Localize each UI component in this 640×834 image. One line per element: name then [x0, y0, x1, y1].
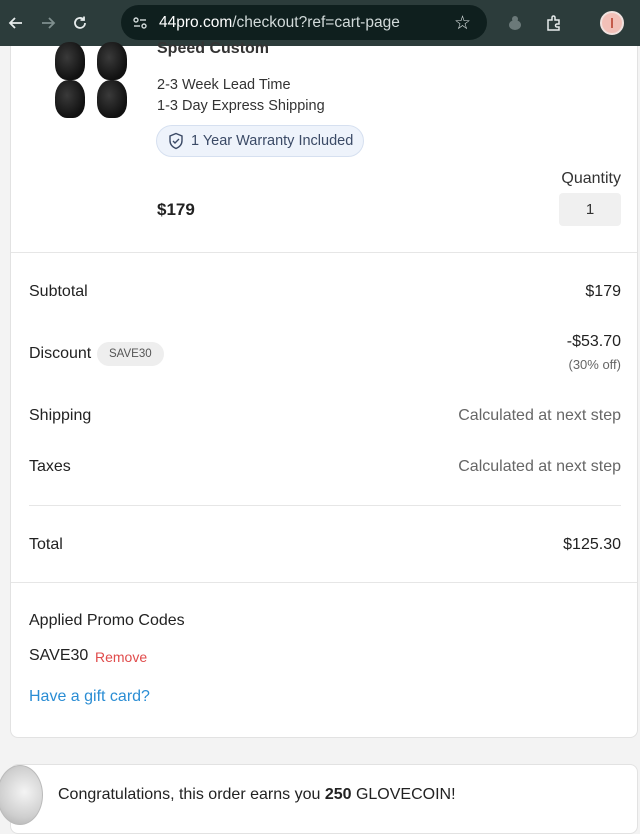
- promo-codes-title: Applied Promo Codes: [29, 612, 185, 629]
- product-thumbnail[interactable]: [51, 42, 139, 168]
- url-text: 44pro.com/checkout?ref=cart-page: [159, 14, 400, 32]
- discount-label: Discount: [29, 345, 92, 362]
- remove-promo-link[interactable]: Remove: [95, 649, 147, 665]
- glove-image: [97, 80, 127, 118]
- profile-avatar[interactable]: [600, 11, 624, 35]
- warranty-text: 1 Year Warranty Included: [191, 133, 354, 149]
- cart-summary-card: Speed Custom 2-3 Week Lead Time 1-3 Day …: [10, 40, 638, 738]
- shield-check-icon: [169, 132, 183, 150]
- glovecoin-prefix: Congratulations, this order earns you: [58, 786, 325, 803]
- back-arrow-icon[interactable]: [0, 0, 32, 46]
- forward-arrow-icon[interactable]: [32, 0, 64, 46]
- quantity-label: Quantity: [561, 170, 621, 187]
- discount-code-badge: SAVE30: [97, 342, 164, 366]
- divider: [29, 505, 621, 506]
- glovecoin-banner: Congratulations, this order earns you 25…: [0, 764, 638, 834]
- total-label: Total: [29, 536, 63, 553]
- shipping-value: Calculated at next step: [458, 407, 621, 424]
- browser-toolbar: 44pro.com/checkout?ref=cart-page ☆: [0, 0, 640, 46]
- warranty-badge: 1 Year Warranty Included: [156, 125, 365, 157]
- taxes-label: Taxes: [29, 458, 71, 475]
- site-info-icon[interactable]: [121, 5, 159, 40]
- product-name: Speed Custom: [157, 40, 270, 57]
- url-host: 44pro.com: [159, 13, 233, 31]
- lead-time: 2-3 Week Lead Time: [157, 77, 291, 93]
- subtotal-value: $179: [585, 283, 621, 300]
- glove-image: [55, 80, 85, 118]
- address-bar[interactable]: 44pro.com/checkout?ref=cart-page ☆: [121, 5, 487, 40]
- glovecoin-amount: 250: [324, 786, 352, 803]
- product-price: $179: [157, 200, 195, 219]
- discount-value: -$53.70: [566, 333, 621, 350]
- applied-promo-code: SAVE30: [29, 647, 89, 664]
- reload-icon[interactable]: [64, 0, 96, 46]
- bookmark-star-icon[interactable]: ☆: [454, 12, 471, 34]
- discount-percent: (30% off): [568, 357, 621, 372]
- shipping-info: 1-3 Day Express Shipping: [157, 98, 325, 114]
- taxes-value: Calculated at next step: [458, 458, 621, 475]
- divider: [11, 252, 637, 253]
- subtotal-label: Subtotal: [29, 283, 88, 300]
- extension-icon[interactable]: [501, 9, 529, 37]
- glove-image: [55, 42, 85, 80]
- glovecoin-message: Congratulations, this order earns you 25…: [58, 786, 456, 804]
- glovecoin-icon: [0, 765, 43, 825]
- quantity-field[interactable]: 1: [559, 193, 621, 226]
- glovecoin-suffix: GLOVECOIN!: [351, 786, 456, 803]
- glove-image: [97, 42, 127, 80]
- total-value: $125.30: [563, 536, 621, 553]
- extensions-puzzle-icon[interactable]: [540, 9, 568, 37]
- divider: [11, 582, 637, 583]
- shipping-label: Shipping: [29, 407, 92, 424]
- gift-card-link[interactable]: Have a gift card?: [29, 688, 150, 706]
- url-path: /checkout?ref=cart-page: [232, 13, 400, 31]
